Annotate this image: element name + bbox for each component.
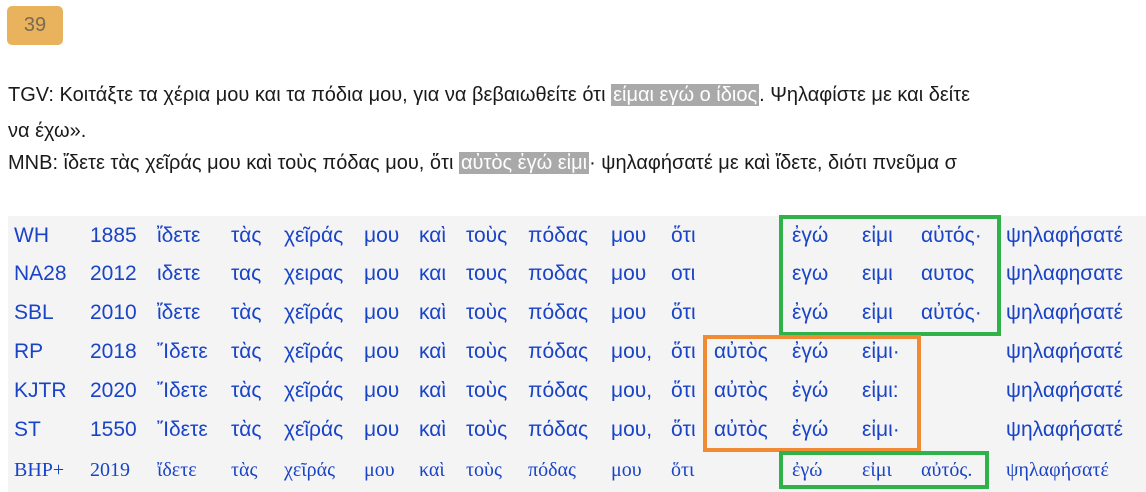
table-word-link[interactable]: χειρας — [284, 262, 343, 286]
table-word-link[interactable]: χεῖράς — [284, 418, 343, 442]
table-word-link[interactable]: μου — [364, 459, 395, 482]
table-word-link[interactable]: μου — [364, 379, 399, 403]
table-word-link[interactable]: μου — [364, 262, 399, 286]
table-word-link[interactable]: μου — [611, 224, 646, 248]
table-year[interactable]: 2010 — [90, 301, 137, 325]
table-word-link[interactable]: και — [419, 262, 446, 286]
table-word-link[interactable]: πόδας — [528, 459, 576, 482]
table-word-link[interactable]: πόδας — [528, 418, 588, 442]
table-word-link[interactable]: ὅτι — [671, 459, 694, 482]
table-word-link[interactable]: καὶ — [419, 301, 446, 325]
table-word-link[interactable]: καὶ — [419, 340, 446, 364]
table-word-link[interactable]: πόδας — [528, 301, 588, 325]
table-word-link[interactable]: τοὺς — [466, 340, 507, 364]
tgv-highlight: είμαι εγώ ο ίδιος — [611, 84, 760, 106]
table-word-link[interactable]: τὰς — [231, 459, 257, 482]
table-word-link[interactable]: ὅτι — [671, 418, 696, 442]
table-word-link[interactable]: Ἴδετε — [157, 340, 208, 364]
table-year[interactable]: 1550 — [90, 418, 137, 442]
tgv-text-before: Κοιτάξτε τα χέρια μου και τα πόδια μου, … — [53, 84, 612, 106]
table-year[interactable]: 1885 — [90, 224, 137, 248]
table-word-link[interactable]: τοὺς — [466, 301, 507, 325]
table-word-link[interactable]: χεῖράς — [284, 301, 343, 325]
table-word-link[interactable]: χεῖράς — [284, 340, 343, 364]
table-word-link[interactable]: ἴδετε — [157, 459, 197, 482]
table-source-link[interactable]: ST — [14, 418, 41, 442]
table-source-link[interactable]: RP — [14, 340, 43, 364]
table-word-link[interactable]: ψηλαφήσατέ — [1006, 224, 1123, 248]
table-word-link[interactable]: τοὺς — [466, 459, 502, 482]
table-year[interactable]: 2012 — [90, 262, 137, 286]
table-word-link[interactable]: τὰς — [231, 418, 262, 442]
table-source-link[interactable]: KJTR — [14, 379, 67, 403]
table-word-link[interactable]: πόδας — [528, 224, 588, 248]
table-word-link[interactable]: καὶ — [419, 418, 446, 442]
table-word-link[interactable]: χεῖράς — [284, 379, 343, 403]
green-highlight-box-bottom — [779, 451, 989, 489]
table-word-link[interactable]: μου, — [611, 418, 652, 442]
table-word-link[interactable]: Ἴδετε — [157, 418, 208, 442]
table-word-link[interactable]: καὶ — [419, 379, 446, 403]
tgv-text-after: . Ψηλαφίστε με και δείτε — [759, 84, 971, 106]
table-word-link[interactable]: χεῖράς — [284, 224, 343, 248]
table-word-link[interactable]: τὰς — [231, 224, 262, 248]
table-year[interactable]: 2020 — [90, 379, 137, 403]
table-word-link[interactable]: ψηλαφησατε — [1006, 262, 1123, 286]
table-word-link[interactable]: καὶ — [419, 224, 446, 248]
table-word-link[interactable]: πόδας — [528, 340, 588, 364]
table-word-link[interactable]: τὰς — [231, 301, 262, 325]
table-word-link[interactable]: ψηλαφήσατέ — [1006, 340, 1123, 364]
mnb-text-after: · ψηλαφήσατέ με καὶ ἴδετε, διότι πνεῦμα … — [589, 152, 957, 174]
mnb-label: MNB: — [8, 152, 58, 174]
table-word-link[interactable]: τας — [231, 262, 261, 286]
table-word-link[interactable]: ὅτι — [671, 340, 696, 364]
table-word-link[interactable]: καὶ — [419, 459, 445, 482]
table-word-link[interactable]: χεῖράς — [284, 459, 335, 482]
table-word-link[interactable]: τοὺς — [466, 224, 507, 248]
table-word-link[interactable]: ποδας — [528, 262, 588, 286]
table-year[interactable]: 2018 — [90, 340, 137, 364]
green-highlight-box-top — [779, 215, 1001, 336]
table-word-link[interactable]: ἴδετε — [157, 224, 200, 248]
table-word-link[interactable]: μου, — [611, 379, 652, 403]
table-word-link[interactable]: μου — [364, 418, 399, 442]
table-source-link[interactable]: BHP+ — [14, 459, 64, 482]
table-source-link[interactable]: WH — [14, 224, 49, 248]
table-word-link[interactable]: μου — [611, 301, 646, 325]
tgv-line: TGV: Κοιτάξτε τα χέρια μου και τα πόδια … — [8, 84, 970, 107]
table-word-link[interactable]: ὅτι — [671, 379, 696, 403]
table-word-link[interactable]: τὰς — [231, 379, 262, 403]
table-word-link[interactable]: μου — [364, 301, 399, 325]
mnb-text-before: ἴδετε τὰς χεῖράς μου καὶ τοὺς πόδας μου,… — [58, 152, 459, 174]
table-word-link[interactable]: μου — [611, 459, 642, 482]
table-source-link[interactable]: SBL — [14, 301, 54, 325]
table-word-link[interactable]: τους — [466, 262, 507, 286]
table-word-link[interactable]: μου, — [611, 340, 652, 364]
table-word-link[interactable]: ἴδετε — [157, 301, 200, 325]
orange-highlight-box — [703, 335, 921, 452]
table-word-link[interactable]: τὰς — [231, 340, 262, 364]
mnb-highlight: αὐτὸς ἐγώ εἰμι — [458, 152, 590, 174]
verse-number-badge: 39 — [7, 6, 63, 45]
table-word-link[interactable]: ὅτι — [671, 301, 696, 325]
table-word-link[interactable]: ψηλαφήσατέ — [1006, 379, 1123, 403]
table-source-link[interactable]: NA28 — [14, 262, 67, 286]
table-word-link[interactable]: μου — [364, 224, 399, 248]
table-word-link[interactable]: μου — [364, 340, 399, 364]
mnb-line: MNB: ἴδετε τὰς χεῖράς μου καὶ τοὺς πόδας… — [8, 152, 957, 175]
table-word-link[interactable]: τοὺς — [466, 379, 507, 403]
table-word-link[interactable]: τοὺς — [466, 418, 507, 442]
table-word-link[interactable]: πόδας — [528, 379, 588, 403]
table-word-link[interactable]: ψηλαφήσατέ — [1006, 459, 1109, 482]
tgv-line-2: να έχω». — [8, 120, 87, 142]
tgv-label: TGV: — [8, 84, 54, 106]
table-word-link[interactable]: ὅτι — [671, 224, 696, 248]
table-word-link[interactable]: ψηλαφήσατέ — [1006, 301, 1123, 325]
table-word-link[interactable]: Ἴδετε — [157, 379, 208, 403]
table-word-link[interactable]: μου — [611, 262, 646, 286]
table-word-link[interactable]: ιδετε — [157, 262, 200, 286]
table-word-link[interactable]: ψηλαφήσατέ — [1006, 418, 1123, 442]
table-word-link[interactable]: οτι — [671, 262, 695, 286]
table-year[interactable]: 2019 — [90, 459, 130, 482]
